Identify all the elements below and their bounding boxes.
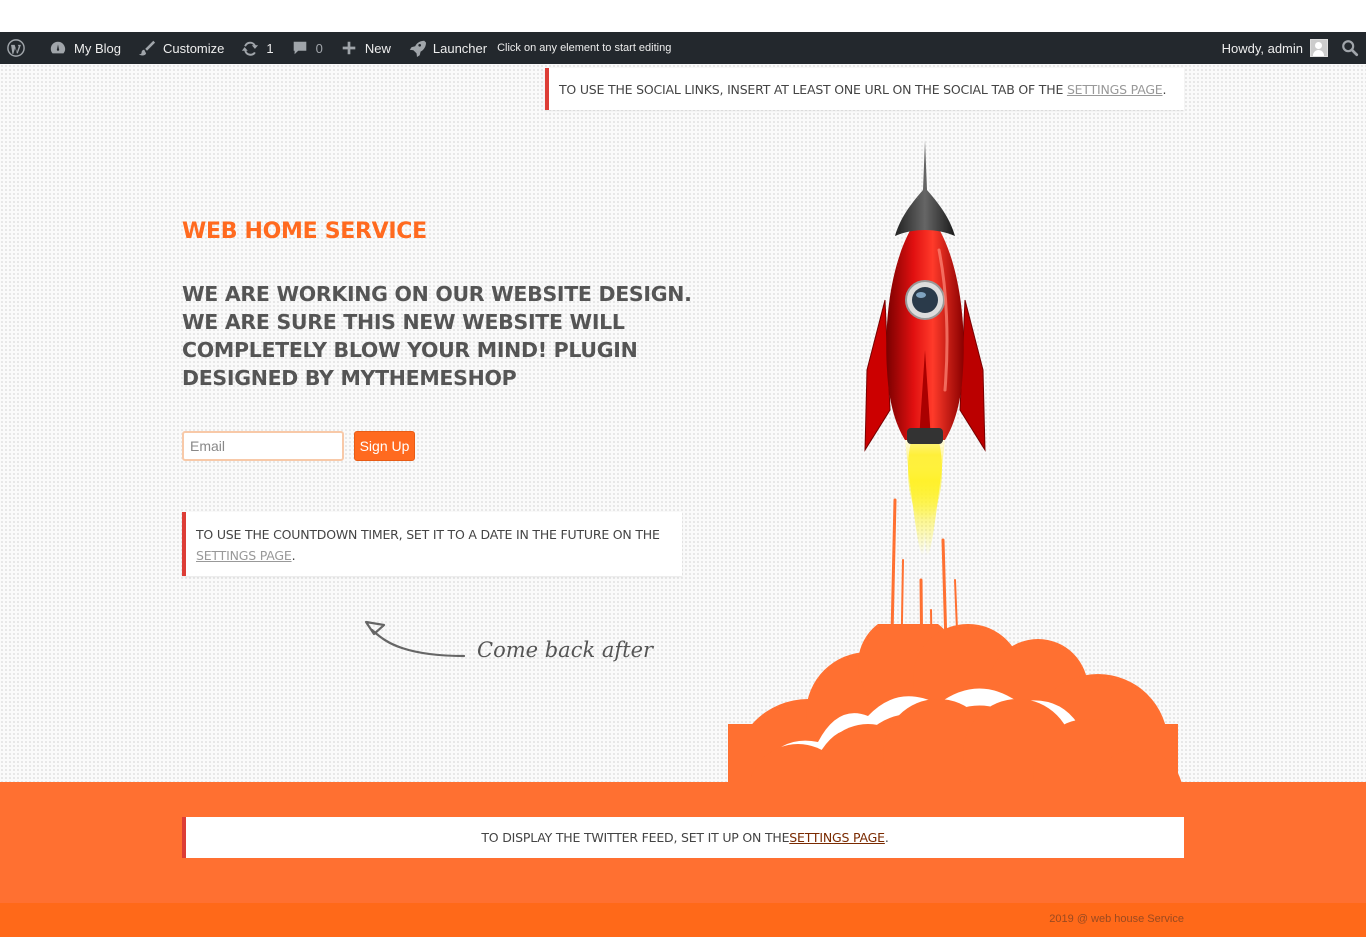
- countdown-notice-text: TO USE THE COUNTDOWN TIMER, SET IT TO A …: [196, 527, 660, 542]
- rocket-illustration: [864, 140, 986, 680]
- copyright-text: 2019 @ web house Service: [1049, 913, 1184, 925]
- rocket-icon: [407, 38, 427, 58]
- twitter-settings-link[interactable]: SETTINGS PAGE: [789, 830, 885, 845]
- comments-link[interactable]: 0: [282, 32, 331, 64]
- comments-count: 0: [315, 40, 323, 56]
- comment-icon: [290, 38, 310, 58]
- site-title: WEB HOME SERVICE: [182, 219, 427, 244]
- plus-icon: [339, 38, 359, 58]
- social-links-notice: TO USE THE SOCIAL LINKS, INSERT AT LEAST…: [545, 68, 1184, 110]
- smoke-cloud-illustration: [728, 624, 1182, 784]
- customize-link[interactable]: Customize: [129, 32, 232, 64]
- editing-hint: Click on any element to start editing: [497, 42, 672, 54]
- twitter-notice-text: TO DISPLAY THE TWITTER FEED, SET IT UP O…: [481, 830, 790, 845]
- social-notice-end: .: [1162, 81, 1167, 97]
- customize-label: Customize: [162, 40, 225, 56]
- countdown-notice-end: .: [291, 548, 296, 563]
- wordpress-icon: [6, 38, 26, 58]
- howdy-label: Howdy, admin: [1221, 40, 1303, 56]
- countdown-settings-link[interactable]: SETTINGS PAGE: [196, 548, 292, 563]
- countdown-notice: TO USE THE COUNTDOWN TIMER, SET IT TO A …: [182, 512, 682, 576]
- dashboard-icon: [48, 38, 68, 58]
- come-back-text: Come back after: [477, 638, 654, 662]
- avatar: [1310, 39, 1328, 57]
- launcher-label: Launcher: [432, 40, 488, 56]
- headline: WE ARE WORKING ON OUR WEBSITE DESIGN. WE…: [182, 282, 692, 390]
- twitter-feed-notice: TO DISPLAY THE TWITTER FEED, SET IT UP O…: [182, 817, 1184, 858]
- search-button[interactable]: [1334, 32, 1366, 64]
- social-notice-text: TO USE THE SOCIAL LINKS, INSERT AT LEAST…: [559, 81, 1064, 97]
- updates-link[interactable]: 1: [232, 32, 281, 64]
- updates-count: 1: [266, 40, 274, 56]
- email-field[interactable]: [182, 431, 344, 461]
- new-content-menu[interactable]: New: [331, 32, 399, 64]
- updates-icon: [240, 38, 260, 58]
- search-icon: [1340, 38, 1360, 58]
- twitter-section: TO DISPLAY THE TWITTER FEED, SET IT UP O…: [0, 782, 1366, 903]
- admin-bar: My Blog Customize 1 0 New Launcher Click…: [0, 32, 1366, 64]
- launcher-link[interactable]: Launcher: [399, 32, 495, 64]
- wp-logo-menu[interactable]: [0, 32, 40, 64]
- brush-icon: [137, 38, 157, 58]
- my-account-menu[interactable]: Howdy, admin: [1214, 32, 1334, 64]
- hand-drawn-arrow-icon: [364, 620, 466, 658]
- twitter-notice-end: .: [884, 830, 889, 845]
- site-name: My Blog: [74, 40, 121, 56]
- coming-soon-section: TO USE THE SOCIAL LINKS, INSERT AT LEAST…: [0, 64, 1366, 784]
- copyright-bar: 2019 @ web house Service: [0, 903, 1366, 937]
- signup-button[interactable]: Sign Up: [354, 431, 415, 461]
- site-name-menu[interactable]: My Blog: [40, 32, 129, 64]
- new-label: New: [364, 40, 391, 56]
- social-settings-link[interactable]: SETTINGS PAGE: [1067, 82, 1163, 97]
